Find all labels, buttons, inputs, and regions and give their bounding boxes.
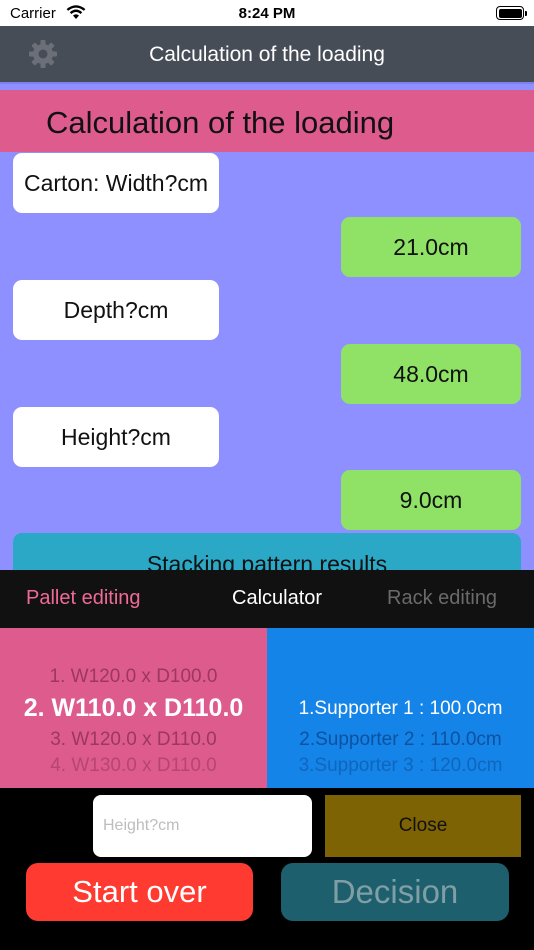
- nav-title: Calculation of the loading: [149, 43, 385, 66]
- tab-pallet-editing[interactable]: Pallet editing: [26, 587, 141, 610]
- stacking-pattern-results-button[interactable]: Stacking pattern results: [13, 533, 521, 570]
- height-value[interactable]: 9.0cm: [341, 470, 521, 530]
- rack-option[interactable]: 3.Supporter 3 : 120.0cm: [267, 755, 534, 777]
- depth-value[interactable]: 48.0cm: [341, 344, 521, 404]
- pallet-size-picker[interactable]: 1. W120.0 x D100.0 2. W110.0 x D110.0 3.…: [0, 628, 267, 788]
- calculator-content: Calculation of the loading Carton: Width…: [0, 82, 534, 570]
- tab-bar: Pallet editing Calculator Rack editing: [0, 570, 534, 628]
- status-bar: Carrier 8:24 PM: [0, 0, 534, 26]
- close-button[interactable]: Close: [325, 795, 521, 857]
- banner-title: Calculation of the loading: [46, 105, 395, 140]
- pallet-option[interactable]: 4. W130.0 x D110.0: [0, 755, 267, 777]
- clock: 8:24 PM: [238, 5, 296, 22]
- tab-calculator[interactable]: Calculator: [232, 587, 322, 610]
- pallet-option-selected[interactable]: 2. W110.0 x D110.0: [0, 694, 267, 723]
- battery-icon: [496, 6, 527, 20]
- pallet-option[interactable]: 1. W120.0 x D100.0: [0, 666, 267, 688]
- decision-button[interactable]: Decision: [281, 863, 509, 921]
- tab-rack-editing[interactable]: Rack editing: [387, 587, 497, 610]
- carton-width-value[interactable]: 21.0cm: [341, 217, 521, 277]
- section-banner: Calculation of the loading: [0, 90, 534, 152]
- carton-width-label[interactable]: Carton: Width?cm: [13, 153, 219, 213]
- pallet-option[interactable]: 3. W120.0 x D110.0: [0, 729, 267, 751]
- navigation-bar: Calculation of the loading: [0, 26, 534, 82]
- rack-option-selected[interactable]: 1.Supporter 1 : 100.0cm: [267, 698, 534, 720]
- height-label[interactable]: Height?cm: [13, 407, 219, 467]
- start-over-button[interactable]: Start over: [26, 863, 253, 921]
- rack-option[interactable]: 2.Supporter 2 : 110.0cm: [267, 729, 534, 751]
- rack-supporter-picker[interactable]: 1.Supporter 1 : 100.0cm 2.Supporter 2 : …: [267, 628, 534, 788]
- depth-label[interactable]: Depth?cm: [13, 280, 219, 340]
- height-input[interactable]: [93, 795, 312, 857]
